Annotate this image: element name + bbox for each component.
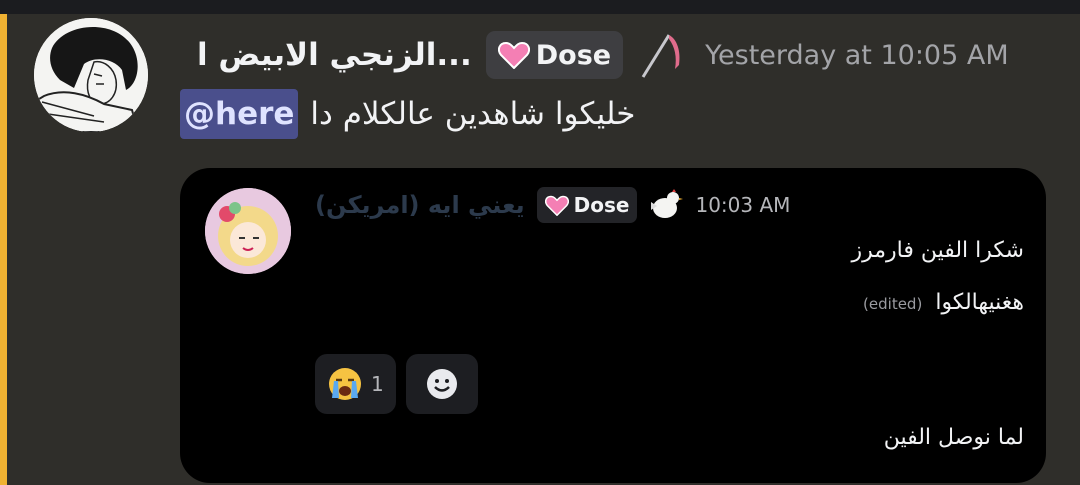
- heart-icon: [497, 41, 530, 69]
- server-tag-label: Dose: [535, 39, 612, 71]
- avatar[interactable]: [34, 18, 148, 132]
- reaction-count: 1: [371, 372, 384, 396]
- username[interactable]: الزنجي الابيض ا...: [197, 37, 472, 73]
- embed-line-2-row: هغنيهالكوا (edited): [863, 290, 1024, 315]
- message-text: خليكوا شاهدين عالكلام دا: [310, 96, 636, 132]
- here-mention[interactable]: @here: [180, 89, 299, 139]
- top-bar: [0, 0, 1080, 14]
- server-tag[interactable]: Dose: [485, 31, 624, 79]
- avatar-image: [34, 18, 148, 132]
- embed-username: يعني ايه (امريكن): [315, 191, 525, 219]
- reaction-crying: 1: [315, 354, 396, 414]
- message-content: @here خليكوا شاهدين عالكلام دا: [180, 84, 635, 144]
- chat-message[interactable]: الزنجي الابيض ا... Dose Yesterday at 10:…: [7, 14, 1080, 485]
- embed-line-1: شكرا الفين فارمرز: [851, 238, 1024, 263]
- embed-avatar-image: [205, 188, 291, 274]
- message-header: الزنجي الابيض ا... Dose Yesterday at 10:…: [197, 24, 1009, 86]
- mention-highlight-bar: [0, 14, 7, 485]
- embed-server-tag-label: Dose: [573, 193, 630, 217]
- embed-line-3: لما نوصل الفين: [883, 425, 1024, 450]
- embedded-screenshot[interactable]: يعني ايه (امريكن) Dose 10:03 AM شكرا الف…: [180, 168, 1046, 483]
- embed-line-2: هغنيهالكوا: [935, 290, 1024, 315]
- loudly-crying-face-icon: [329, 368, 361, 400]
- add-reaction-smiley-icon: [426, 369, 457, 399]
- embed-server-tag: Dose: [536, 187, 638, 223]
- timestamp[interactable]: Yesterday at 10:05 AM: [705, 40, 1009, 71]
- scythe-icon: [641, 34, 680, 78]
- edited-label: (edited): [863, 295, 923, 313]
- chicken-icon: [651, 189, 684, 218]
- embed-avatar: [205, 188, 291, 274]
- reactions-row: 1: [315, 354, 488, 414]
- embed-heart-icon: [544, 195, 569, 216]
- add-reaction-button: [405, 354, 478, 414]
- embed-header: يعني ايه (امريكن) Dose 10:03 AM: [315, 184, 790, 226]
- embed-timestamp: 10:03 AM: [695, 193, 791, 217]
